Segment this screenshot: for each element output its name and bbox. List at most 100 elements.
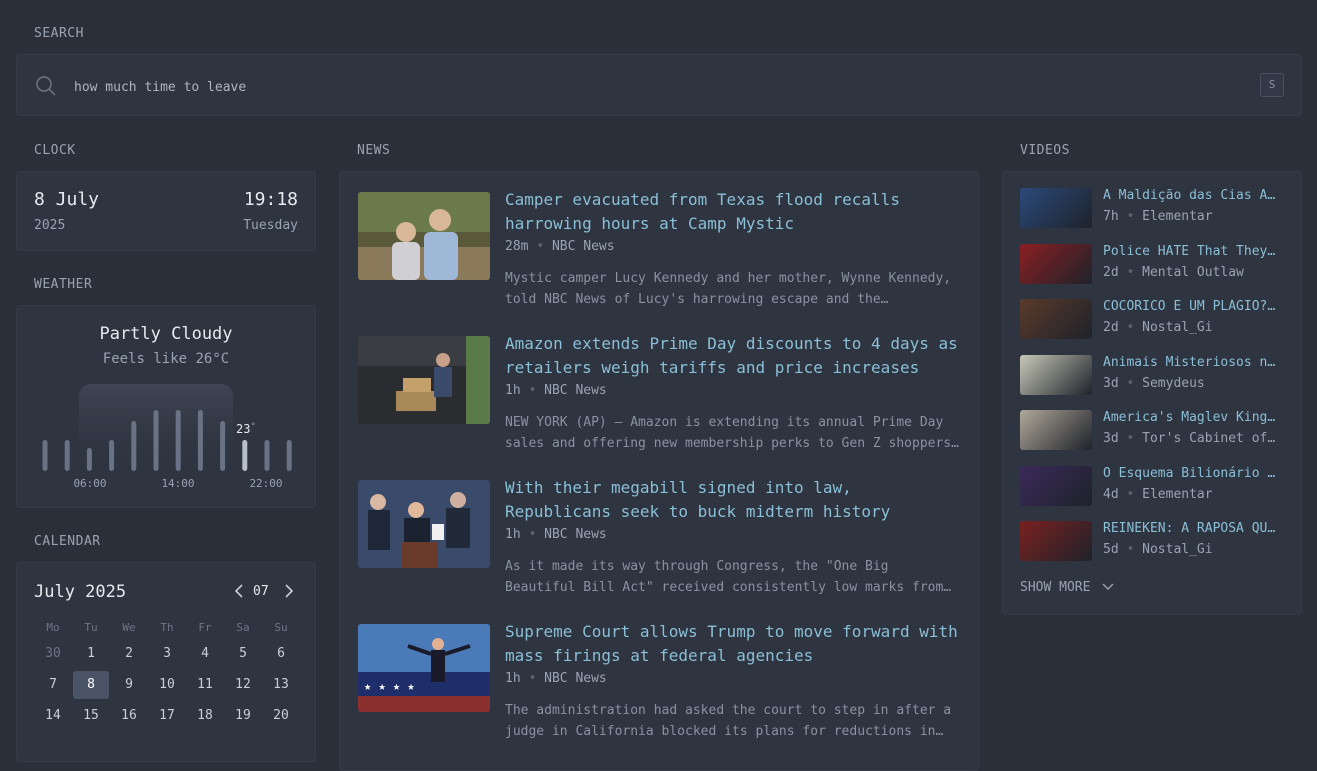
svg-text:★ ★ ★ ★: ★ ★ ★ ★ [364, 679, 415, 693]
video-meta: 2d • Mental Outlaw [1103, 264, 1244, 280]
weather-hour-bar [153, 410, 159, 471]
calendar-weekday-header: Sa [236, 621, 250, 634]
video-thumbnail[interactable] [1020, 188, 1092, 228]
video-item[interactable]: A Maldição das Cias Aéreas 7h • Elementar [1020, 188, 1285, 230]
news-title[interactable]: Camper evacuated from Texas flood recall… [505, 188, 965, 236]
video-title[interactable]: Police HATE That They Can't Stop This [1103, 244, 1283, 259]
video-thumbnail[interactable] [1020, 354, 1092, 395]
calendar-day[interactable]: 16 [111, 702, 147, 730]
video-channel: Semydeus [1142, 375, 1205, 391]
news-item[interactable]: With their megabill signed into law, Rep… [358, 478, 958, 600]
video-thumbnail[interactable] [1020, 465, 1092, 506]
calendar-day[interactable]: 17 [149, 702, 185, 730]
show-more-button[interactable]: SHOW MORE [1020, 580, 1114, 595]
video-title[interactable]: America's Maglev King Never Got Built [1103, 410, 1283, 425]
calendar-day[interactable]: 7 [35, 671, 71, 699]
calendar-day[interactable]: 14 [35, 702, 71, 730]
calendar-section-title: CALENDAR [34, 534, 101, 549]
video-thumbnail[interactable] [1020, 243, 1092, 284]
calendar-day-today[interactable]: 8 [73, 671, 109, 699]
video-title[interactable]: O Esquema Bilionário dos Ingressos [1103, 466, 1283, 481]
calendar-day[interactable]: 15 [73, 702, 109, 730]
video-thumbnail[interactable] [1020, 299, 1092, 339]
news-title[interactable]: With their megabill signed into law, Rep… [505, 476, 965, 524]
current-temp-degree: ° [250, 422, 255, 432]
video-item[interactable]: Animais Misteriosos na História 3d • Semy… [1020, 354, 1285, 397]
calendar-day[interactable]: 20 [263, 702, 299, 730]
calendar-prev-month-icon[interactable] [232, 583, 246, 599]
video-item[interactable]: COCORICÓ É UM PLÁGIO? A história 2d • Nos… [1020, 299, 1285, 341]
videos-section-title: VIDEOS [1020, 143, 1070, 158]
video-meta: 3d • Semydeus [1103, 375, 1205, 391]
video-item[interactable]: O Esquema Bilionário dos Ingressos 4d • E… [1020, 465, 1285, 508]
weather-hour-bar [197, 410, 203, 471]
video-title[interactable]: COCORICÓ É UM PLÁGIO? A história [1103, 299, 1283, 314]
news-meta: 1h • NBC News [505, 671, 607, 686]
news-title[interactable]: Supreme Court allows Trump to move forwa… [505, 620, 965, 668]
video-channel: Tor's Cabinet of Curiosities [1142, 431, 1283, 446]
calendar-day[interactable]: 11 [187, 671, 223, 699]
video-age: 2d [1103, 320, 1119, 335]
video-item[interactable]: America's Maglev King Never Got Built 3d … [1020, 410, 1285, 452]
news-thumbnail[interactable]: ★ ★ ★ ★ [358, 624, 490, 712]
video-item[interactable]: REINEKEN: A RAPOSA QUE MARCOU 5d • Nostal… [1020, 521, 1285, 563]
search-bar[interactable]: S [16, 54, 1302, 116]
video-title[interactable]: A Maldição das Cias Aéreas [1103, 188, 1283, 203]
video-age: 4d [1103, 486, 1119, 502]
calendar-day[interactable]: 19 [225, 702, 261, 730]
weather-hour-bar [286, 440, 292, 471]
news-thumbnail[interactable] [358, 192, 490, 280]
calendar-day[interactable]: 5 [225, 640, 261, 668]
news-item[interactable]: ★ ★ ★ ★ Supreme Court allows Trump to mo… [358, 622, 958, 744]
calendar-weekday-header: We [122, 621, 136, 634]
news-age: 1h [505, 383, 521, 398]
video-thumbnail[interactable] [1020, 410, 1092, 450]
video-item[interactable]: Police HATE That They Can't Stop This 2d … [1020, 243, 1285, 286]
calendar-weekday-header: Fr [198, 621, 212, 634]
calendar-next-month-icon[interactable] [282, 583, 296, 599]
search-shortcut-badge: S [1260, 73, 1284, 97]
calendar-day[interactable]: 9 [111, 671, 147, 699]
news-thumbnail[interactable] [358, 480, 490, 568]
clock-time: 19:18 [243, 189, 298, 210]
calendar-day[interactable]: 18 [187, 702, 223, 730]
weather-widget: Partly Cloudy Feels like 26°C 23° 06:00 … [16, 305, 316, 508]
calendar-day[interactable]: 12 [225, 671, 261, 699]
news-meta: 28m • NBC News [505, 239, 615, 254]
calendar-day[interactable]: 4 [187, 640, 223, 668]
search-input[interactable] [72, 75, 1176, 99]
calendar-widget: July 2025 07 Mo Tu We Th Fr Sa Su 30 1 2 3 4 5 6 7 8 9 10… [16, 562, 316, 762]
calendar-day[interactable]: 30 [35, 640, 71, 668]
search-icon [36, 76, 56, 96]
news-item[interactable]: Camper evacuated from Texas flood recall… [358, 190, 958, 312]
news-item[interactable]: Amazon extends Prime Day discounts to 4 … [358, 334, 959, 456]
show-more-label: SHOW MORE [1020, 580, 1091, 595]
calendar-day[interactable]: 6 [263, 640, 299, 668]
video-meta: 2d • Nostal_Gi [1103, 320, 1213, 335]
calendar-month-number: 07 [253, 584, 269, 599]
video-meta: 4d • Elementar [1103, 486, 1213, 502]
news-title[interactable]: Amazon extends Prime Day discounts to 4 … [505, 332, 965, 380]
clock-weekday: Tuesday [243, 218, 298, 233]
calendar-day[interactable]: 10 [149, 671, 185, 699]
weather-hour-bar [109, 440, 115, 471]
video-title[interactable]: REINEKEN: A RAPOSA QUE MARCOU [1103, 521, 1283, 536]
search-section-title: SEARCH [34, 26, 84, 41]
news-thumbnail[interactable] [358, 336, 490, 424]
calendar-weekday-header: Th [160, 621, 174, 634]
video-thumbnail[interactable] [1020, 521, 1092, 561]
calendar-day[interactable]: 13 [263, 671, 299, 699]
calendar-day[interactable]: 3 [149, 640, 185, 668]
videos-feed: A Maldição das Cias Aéreas 7h • Elementar… [1002, 171, 1302, 615]
weather-section-title: WEATHER [34, 277, 93, 292]
weather-hour-bar [131, 421, 137, 471]
calendar-day[interactable]: 1 [73, 640, 109, 668]
news-description: NEW YORK (AP) — Amazon is extending its … [505, 415, 959, 451]
news-age: 28m [505, 239, 529, 254]
clock-section-title: CLOCK [34, 143, 76, 158]
clock-widget: 8 July 2025 19:18 Tuesday [16, 171, 316, 251]
calendar-day[interactable]: 2 [111, 640, 147, 668]
news-source: NBC News [551, 239, 615, 254]
video-title[interactable]: Animais Misteriosos na História [1103, 355, 1283, 370]
news-source: NBC News [544, 671, 607, 686]
